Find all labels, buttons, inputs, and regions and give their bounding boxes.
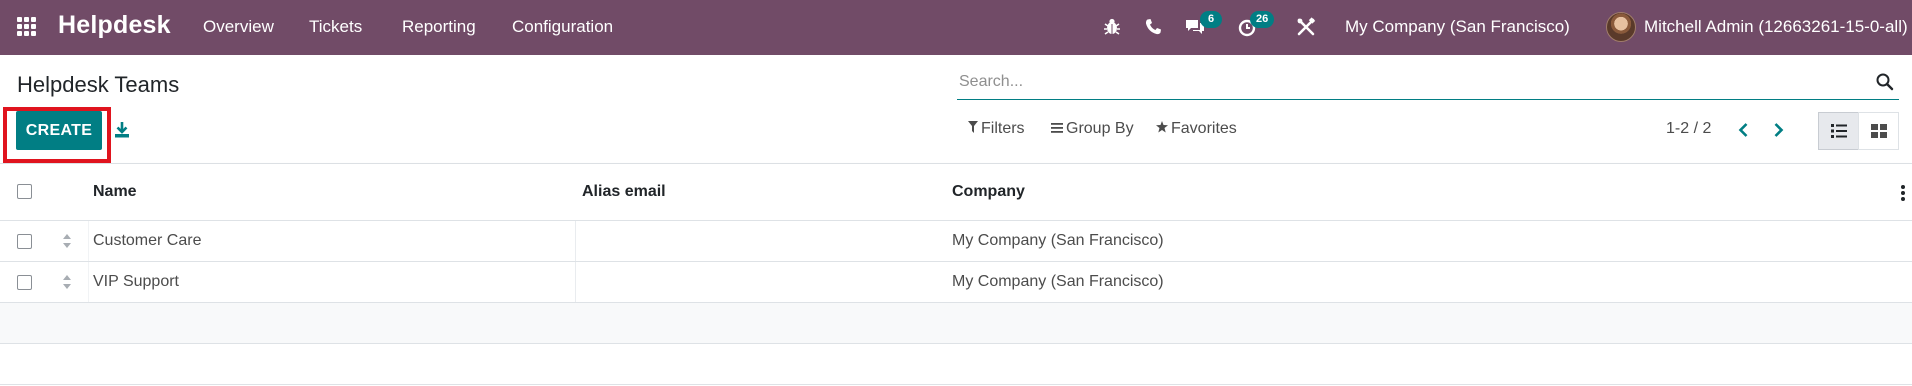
group-by-toggle[interactable]: Group By — [1051, 120, 1134, 138]
optional-columns-menu-icon[interactable] — [1900, 185, 1906, 201]
pager-value[interactable]: 1-2 / 2 — [1666, 120, 1711, 138]
group-by-label: Group By — [1066, 120, 1134, 137]
column-header-company[interactable]: Company — [952, 183, 1025, 201]
group-by-bars-icon — [1051, 121, 1063, 136]
list-view-button[interactable] — [1818, 112, 1859, 150]
row-checkbox[interactable] — [17, 234, 32, 249]
activities-badge: 26 — [1250, 11, 1275, 28]
list-icon — [1831, 124, 1847, 138]
list-empty-row — [0, 303, 1912, 344]
menu-configuration[interactable]: Configuration — [512, 17, 613, 37]
menu-overview[interactable]: Overview — [203, 17, 274, 37]
menu-tickets[interactable]: Tickets — [309, 17, 362, 37]
cell-company: My Company (San Francisco) — [952, 273, 1164, 290]
pager-next-icon[interactable] — [1767, 119, 1789, 141]
cell-name: VIP Support — [93, 273, 179, 290]
create-button[interactable]: CREATE — [16, 111, 102, 150]
cell-name: Customer Care — [93, 232, 202, 249]
user-menu[interactable]: Mitchell Admin (12663261-15-0-all) — [1644, 17, 1908, 37]
app-brand[interactable]: Helpdesk — [58, 11, 171, 40]
table-row[interactable]: VIP Support My Company (San Francisco) — [0, 262, 1912, 303]
drag-handle-icon[interactable] — [62, 233, 72, 249]
favorites-toggle[interactable]: Favorites — [1156, 120, 1237, 138]
pager-previous-icon[interactable] — [1733, 119, 1755, 141]
search-bar — [957, 66, 1899, 100]
top-navbar: Helpdesk Overview Tickets Reporting Conf… — [0, 0, 1912, 55]
cell-company: My Company (San Francisco) — [952, 232, 1164, 249]
search-icon[interactable] — [1875, 72, 1895, 92]
page-title: Helpdesk Teams — [17, 72, 180, 97]
user-avatar[interactable] — [1606, 12, 1636, 42]
list-bottom-border — [0, 384, 1912, 385]
row-checkbox[interactable] — [17, 275, 32, 290]
messages-badge: 6 — [1200, 11, 1222, 28]
select-all-checkbox[interactable] — [17, 184, 32, 199]
column-header-name[interactable]: Name — [93, 183, 137, 201]
debug-bug-icon[interactable] — [1100, 15, 1124, 39]
kanban-grid-icon — [1871, 124, 1887, 138]
list-header: Name Alias email Company — [0, 164, 1912, 221]
menu-reporting[interactable]: Reporting — [402, 17, 476, 37]
drag-handle-icon[interactable] — [62, 274, 72, 290]
search-input[interactable] — [959, 70, 1819, 94]
company-switcher[interactable]: My Company (San Francisco) — [1345, 17, 1570, 37]
tools-icon[interactable] — [1294, 15, 1318, 39]
kanban-view-button[interactable] — [1858, 112, 1899, 150]
favorites-label: Favorites — [1171, 120, 1237, 137]
star-icon — [1156, 121, 1168, 136]
apps-menu-icon[interactable] — [17, 17, 37, 37]
column-header-alias-email[interactable]: Alias email — [582, 183, 666, 201]
phone-icon[interactable] — [1141, 15, 1165, 39]
table-row[interactable]: Customer Care My Company (San Francisco) — [0, 221, 1912, 262]
filter-funnel-icon — [968, 121, 978, 136]
filters-label: Filters — [981, 120, 1025, 137]
filters-toggle[interactable]: Filters — [968, 120, 1025, 138]
download-icon[interactable] — [112, 120, 132, 140]
